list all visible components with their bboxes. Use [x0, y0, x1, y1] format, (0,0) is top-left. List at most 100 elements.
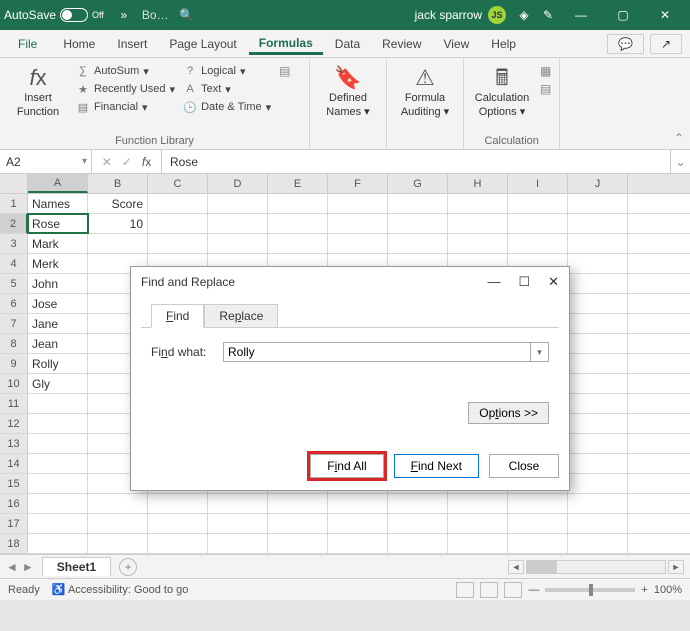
cell[interactable] [208, 234, 268, 253]
cell[interactable] [568, 474, 628, 493]
cell[interactable] [388, 194, 448, 213]
column-header[interactable]: D [208, 174, 268, 193]
cell[interactable] [508, 214, 568, 233]
collapse-ribbon-icon[interactable]: ⌃ [674, 131, 684, 145]
cell[interactable] [88, 234, 148, 253]
cell[interactable]: John [28, 274, 88, 293]
sheet-tab-active[interactable]: Sheet1 [42, 557, 111, 576]
row-header[interactable]: 14 [0, 454, 28, 473]
calc-sheet-icon[interactable]: ▤ [540, 82, 551, 96]
cell[interactable] [568, 414, 628, 433]
brush-icon[interactable]: ✎ [540, 7, 556, 23]
formula-input[interactable]: Rose [162, 150, 670, 173]
autosave-toggle[interactable]: AutoSave Off [4, 8, 104, 22]
column-header[interactable]: I [508, 174, 568, 193]
cell[interactable] [88, 494, 148, 513]
comments-button[interactable]: 💬 [607, 34, 644, 54]
cell[interactable] [328, 494, 388, 513]
row-header[interactable]: 3 [0, 234, 28, 253]
more-functions-icon[interactable]: ▤ [279, 64, 290, 78]
close-button[interactable]: ✕ [644, 0, 686, 30]
row-header[interactable]: 5 [0, 274, 28, 293]
hscroll-track[interactable] [526, 560, 666, 574]
text-button[interactable]: AText ▾ [183, 82, 271, 96]
cell[interactable] [568, 374, 628, 393]
cell[interactable] [268, 194, 328, 213]
cell[interactable] [568, 334, 628, 353]
cell[interactable] [148, 214, 208, 233]
cell[interactable] [148, 514, 208, 533]
column-header[interactable]: B [88, 174, 148, 193]
cell[interactable] [28, 394, 88, 413]
cell[interactable] [328, 234, 388, 253]
fx-icon[interactable]: fx [142, 155, 151, 169]
cell[interactable] [568, 234, 628, 253]
cell[interactable] [568, 514, 628, 533]
cell[interactable] [28, 534, 88, 553]
row-header[interactable]: 18 [0, 534, 28, 553]
sheet-nav-next-icon[interactable]: ► [22, 560, 34, 574]
view-page-break-icon[interactable] [504, 582, 522, 598]
view-normal-icon[interactable] [456, 582, 474, 598]
column-header[interactable]: C [148, 174, 208, 193]
cell[interactable]: Jean [28, 334, 88, 353]
zoom-in-icon[interactable]: + [641, 584, 647, 596]
insert-function-button[interactable]: fx Insert Function [8, 62, 68, 118]
cell[interactable] [568, 354, 628, 373]
user-account[interactable]: jack sparrow JS [415, 6, 506, 24]
cell[interactable] [208, 494, 268, 513]
cell[interactable]: Merk [28, 254, 88, 273]
expand-formula-bar-icon[interactable]: ⌄ [670, 150, 690, 173]
cell[interactable]: Gly [28, 374, 88, 393]
cell[interactable] [388, 534, 448, 553]
row-header[interactable]: 12 [0, 414, 28, 433]
cell[interactable]: Rose [28, 214, 88, 233]
cell[interactable] [568, 534, 628, 553]
row-header[interactable]: 9 [0, 354, 28, 373]
cell[interactable] [448, 534, 508, 553]
tab-help[interactable]: Help [481, 33, 526, 55]
cell[interactable] [268, 534, 328, 553]
close-button[interactable]: Close [489, 454, 559, 478]
minimize-button[interactable]: — [560, 0, 602, 30]
cell[interactable] [508, 514, 568, 533]
cell[interactable] [28, 414, 88, 433]
column-header[interactable]: A [28, 174, 88, 193]
select-all-corner[interactable] [0, 174, 28, 193]
cell[interactable] [448, 494, 508, 513]
calc-now-icon[interactable]: ▦ [540, 64, 551, 78]
dialog-minimize-icon[interactable]: — [487, 274, 500, 290]
tab-home[interactable]: Home [53, 33, 105, 55]
name-box[interactable]: A2 [0, 150, 92, 173]
tab-data[interactable]: Data [325, 33, 370, 55]
cell[interactable] [28, 434, 88, 453]
cell[interactable] [208, 514, 268, 533]
date-time-button[interactable]: 🕒Date & Time ▾ [183, 100, 271, 114]
column-header[interactable]: H [448, 174, 508, 193]
cell[interactable]: Rolly [28, 354, 88, 373]
cancel-icon[interactable]: ✕ [102, 155, 112, 169]
hscroll-right-icon[interactable]: ► [668, 560, 684, 574]
tab-formulas[interactable]: Formulas [249, 32, 323, 55]
cell[interactable] [448, 514, 508, 533]
cell[interactable] [148, 194, 208, 213]
cell[interactable] [28, 454, 88, 473]
cell[interactable] [508, 534, 568, 553]
zoom-thumb[interactable] [589, 584, 593, 596]
dialog-close-icon[interactable]: ✕ [548, 274, 559, 290]
cell[interactable] [568, 294, 628, 313]
row-header[interactable]: 16 [0, 494, 28, 513]
row-header[interactable]: 2 [0, 214, 28, 233]
cell[interactable] [268, 214, 328, 233]
row-header[interactable]: 10 [0, 374, 28, 393]
chevron-right-icon[interactable]: » [116, 7, 132, 23]
maximize-button[interactable]: ▢ [602, 0, 644, 30]
cell[interactable] [448, 234, 508, 253]
cell[interactable] [328, 534, 388, 553]
cell[interactable] [568, 434, 628, 453]
status-accessibility[interactable]: ♿ Accessibility: Good to go [52, 583, 189, 596]
cell[interactable] [568, 314, 628, 333]
cell[interactable] [88, 534, 148, 553]
cell[interactable] [268, 514, 328, 533]
diamond-icon[interactable]: ◈ [516, 7, 532, 23]
